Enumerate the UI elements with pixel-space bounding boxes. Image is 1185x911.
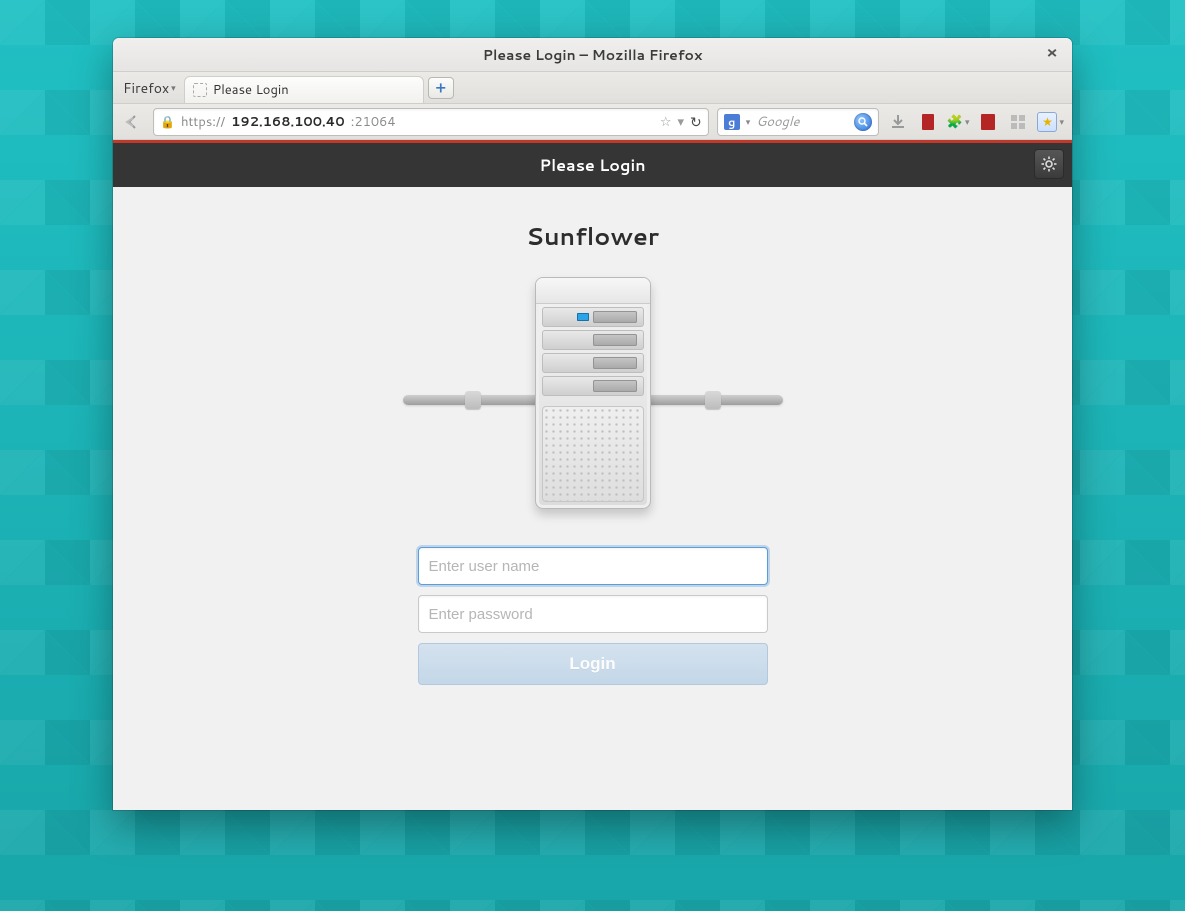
search-placeholder: Google xyxy=(756,113,847,131)
url-protocol: https:// xyxy=(181,113,225,131)
firefox-menu-label: Firefox xyxy=(123,78,169,98)
url-history-dropdown-icon[interactable]: ▾ xyxy=(677,113,684,131)
window-title: Please Login – Mozilla Firefox xyxy=(483,45,703,65)
red-tile-icon xyxy=(980,113,996,131)
chevron-down-icon: ▾ xyxy=(1059,115,1064,128)
url-bar[interactable]: 🔒 https:// 192.168.100.40 :21064 ☆ ▾ ↻ xyxy=(153,108,709,136)
page-body: Sunflower Login xyxy=(113,187,1072,810)
toolbar-red-tile-button[interactable] xyxy=(977,111,999,133)
downloads-button[interactable] xyxy=(887,111,909,133)
magnifier-icon xyxy=(858,117,868,127)
url-port: :21064 xyxy=(351,113,396,131)
window-titlebar: Please Login – Mozilla Firefox × xyxy=(113,38,1072,72)
google-engine-icon: g xyxy=(724,114,740,130)
firefox-window: Please Login – Mozilla Firefox × Firefox… xyxy=(113,38,1072,810)
puzzle-icon: 🧩 xyxy=(947,113,963,131)
login-button[interactable]: Login xyxy=(418,643,768,685)
settings-button[interactable] xyxy=(1034,149,1064,179)
toolbar-tiles-button[interactable] xyxy=(1007,111,1029,133)
chevron-down-icon: ▾ xyxy=(171,81,176,94)
download-arrow-icon xyxy=(889,113,907,131)
red-book-icon xyxy=(920,113,936,131)
tab-favicon-placeholder-icon xyxy=(193,83,207,97)
back-arrow-icon xyxy=(123,112,143,132)
toolbar-red-book-button[interactable] xyxy=(917,111,939,133)
password-input[interactable] xyxy=(418,595,768,633)
page-header-bar: Please Login xyxy=(113,143,1072,187)
tab-strip: Firefox ▾ Please Login + xyxy=(113,72,1072,104)
window-close-button[interactable]: × xyxy=(1042,44,1062,64)
bookmarks-star-icon: ★ xyxy=(1037,112,1057,132)
server-hostname-heading: Sunflower xyxy=(526,219,659,253)
username-input[interactable] xyxy=(418,547,768,585)
url-host: 192.168.100.40 xyxy=(231,113,345,131)
bookmark-star-icon[interactable]: ☆ xyxy=(660,113,672,131)
search-bar[interactable]: g ▾ Google xyxy=(717,108,879,136)
plus-icon: + xyxy=(436,77,446,98)
toolbar-extension-menu-button[interactable]: 🧩 ▾ xyxy=(947,111,970,133)
login-form: Login xyxy=(418,547,768,685)
search-go-button[interactable] xyxy=(854,113,872,131)
firefox-menu-button[interactable]: Firefox ▾ xyxy=(119,76,180,100)
server-illustration xyxy=(443,277,743,527)
page-header-title: Please Login xyxy=(539,154,645,177)
tab-label: Please Login xyxy=(213,81,289,99)
grid-icon xyxy=(1010,114,1026,130)
new-tab-button[interactable]: + xyxy=(428,77,454,99)
browser-tab[interactable]: Please Login xyxy=(184,76,424,103)
page-viewport: Please Login Sunflower xyxy=(113,140,1072,810)
reload-icon[interactable]: ↻ xyxy=(690,112,702,132)
lock-icon: 🔒 xyxy=(160,113,175,130)
toolbar-bookmarks-menu-button[interactable]: ★ ▾ xyxy=(1037,111,1064,133)
chevron-down-icon: ▾ xyxy=(965,115,970,128)
navigation-toolbar: 🔒 https:// 192.168.100.40 :21064 ☆ ▾ ↻ g ▾… xyxy=(113,104,1072,140)
search-engine-dropdown-icon[interactable]: ▾ xyxy=(746,115,751,128)
back-button[interactable] xyxy=(121,110,145,134)
gear-icon xyxy=(1041,156,1057,172)
server-rack-icon xyxy=(535,277,651,509)
